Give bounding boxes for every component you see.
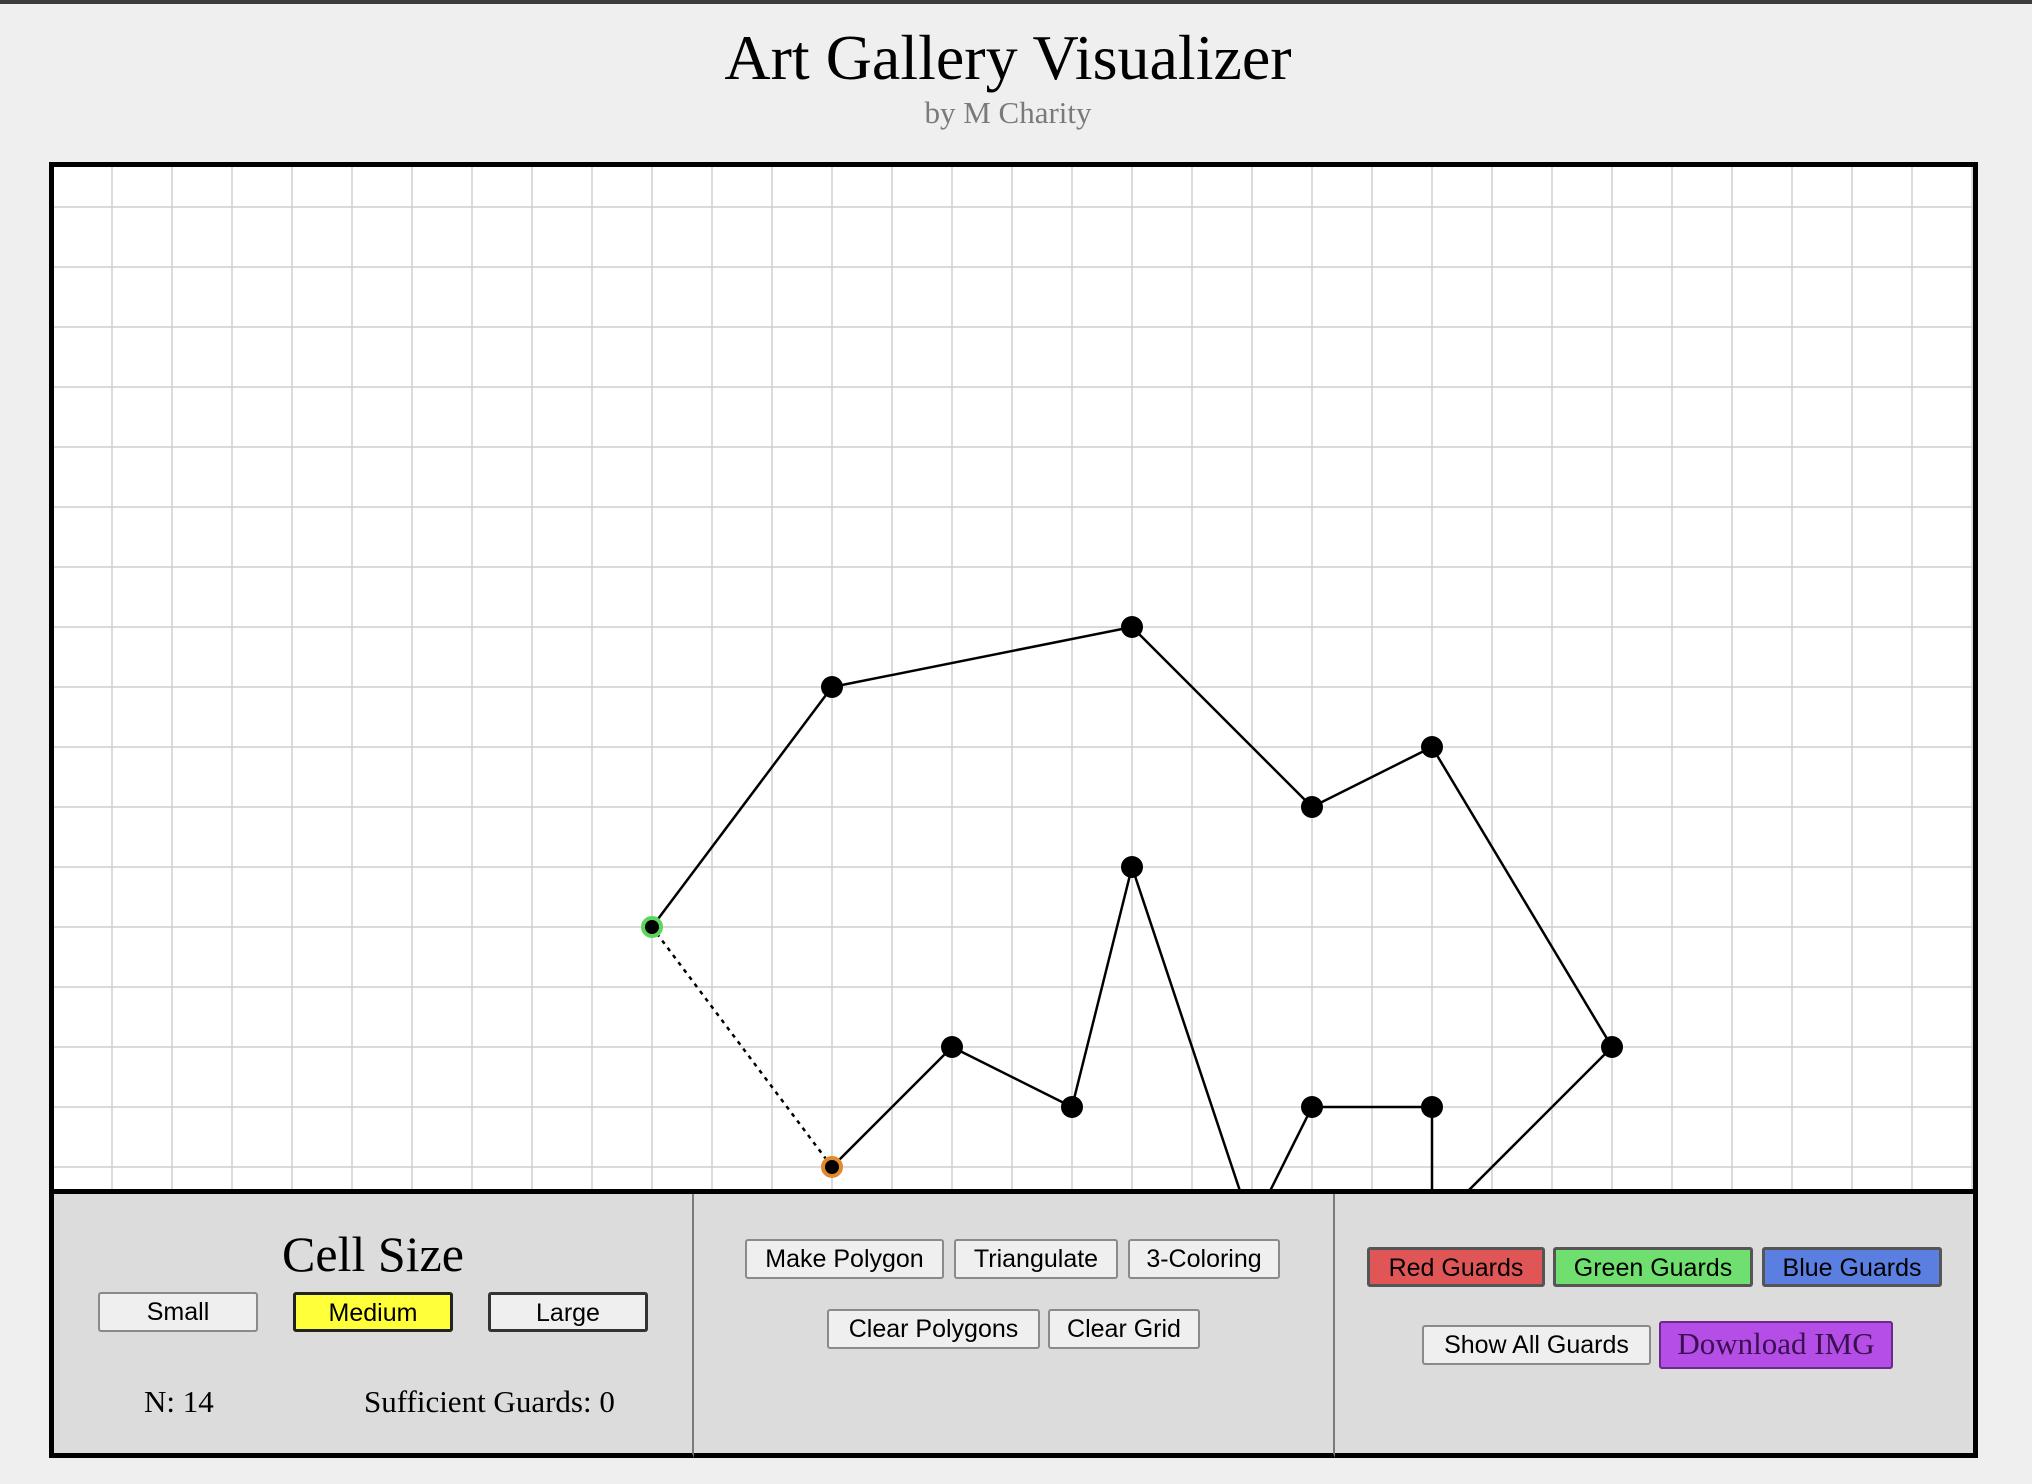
show-all-guards-button[interactable]: Show All Guards [1422,1325,1651,1365]
polygon-vertex[interactable] [821,676,843,698]
polygon-vertex[interactable] [1301,796,1323,818]
cell-size-title: Cell Size [282,1226,464,1282]
medium-button[interactable]: Medium [293,1292,453,1332]
drawing-canvas[interactable] [49,162,1978,1194]
polygon-edge [1430,746,1614,1048]
vertex-count: N: 14 [144,1384,214,1419]
polygon-edge [1131,626,1313,808]
large-button[interactable]: Large [488,1292,648,1332]
page-subtitle: by M Charity [924,95,1092,130]
polygon-vertex[interactable] [1301,1096,1323,1118]
clear-grid-button[interactable]: Clear Grid [1048,1309,1200,1349]
end-vertex[interactable] [821,1156,843,1178]
blue-guards-button[interactable]: Blue Guards [1762,1247,1942,1287]
polygon-vertex[interactable] [941,1036,963,1058]
polygon-vertex[interactable] [1421,736,1443,758]
grid-svg[interactable] [54,167,1973,1189]
make-polygon-button[interactable]: Make Polygon [745,1239,944,1279]
three-coloring-button[interactable]: 3-Coloring [1128,1239,1280,1279]
page-title: Art Gallery Visualizer [724,22,1292,93]
cell-size-panel: Cell Size Small Medium Large N: 14 Suffi… [49,1194,694,1458]
grid-lines [54,167,1973,1189]
polygon-vertex[interactable] [1121,856,1143,878]
polygon-vertex[interactable] [1421,1096,1443,1118]
polygon-vertices [641,616,1623,1178]
polygon-edge [1269,1106,1314,1189]
start-vertex[interactable] [641,916,663,938]
triangulate-button[interactable]: Triangulate [954,1239,1118,1279]
polygon-vertex[interactable] [1121,616,1143,638]
polygon-edge [831,625,1133,689]
small-button[interactable]: Small [98,1292,258,1332]
red-guards-button[interactable]: Red Guards [1367,1247,1545,1287]
polygon-actions-panel: Make Polygon Triangulate 3-Coloring Clea… [694,1194,1335,1458]
guards-panel: Red Guards Green Guards Blue Guards Show… [1335,1194,1978,1458]
green-guards-button[interactable]: Green Guards [1553,1247,1753,1287]
sufficient-guards-count: Sufficient Guards: 0 [364,1384,615,1419]
polygon-vertex[interactable] [1601,1036,1623,1058]
clear-polygons-button[interactable]: Clear Polygons [827,1309,1040,1349]
polygon-vertex[interactable] [1061,1096,1083,1118]
top-border [0,0,2032,4]
download-img-button[interactable]: Download IMG [1659,1321,1893,1369]
